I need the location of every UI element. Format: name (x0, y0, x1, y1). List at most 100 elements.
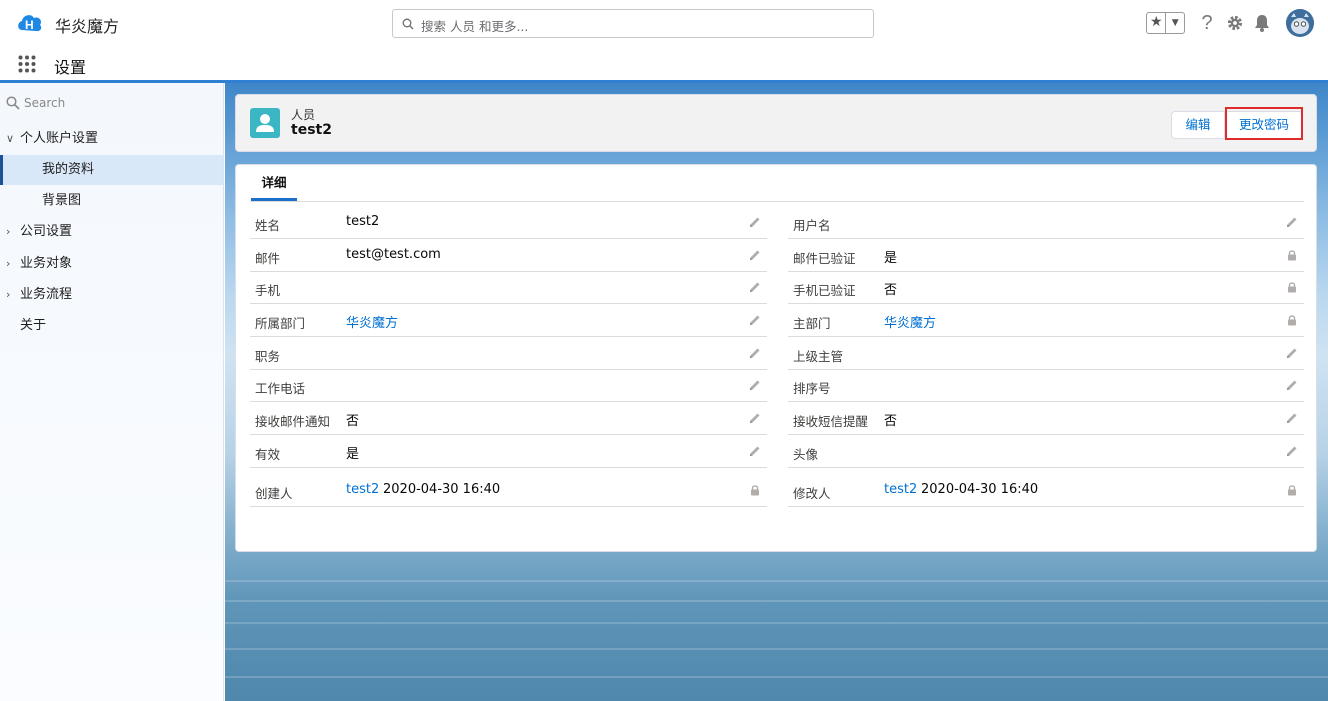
field-date: 2020-04-30 16:40 (383, 482, 501, 497)
pencil-icon[interactable] (749, 314, 761, 326)
field-row: 手机 (250, 271, 767, 304)
favorites-dropdown-icon[interactable]: ▼ (1166, 13, 1184, 33)
sidebar-item-business-objects[interactable]: › 业务对象 (0, 249, 223, 279)
field-value: 是 (346, 447, 360, 462)
pencil-icon[interactable] (749, 412, 761, 424)
lock-icon (1286, 314, 1298, 326)
field-row: 工作电话 (250, 369, 767, 402)
field-value: test2 (346, 214, 380, 229)
field-value-link[interactable]: test2 (884, 482, 917, 497)
sidebar-item-label: 我的资料 (42, 162, 95, 177)
field-label: 主部门 (793, 316, 831, 331)
sidebar-search-input[interactable]: Search (6, 94, 65, 112)
svg-text:H: H (25, 18, 34, 32)
notification-bell-icon[interactable] (1252, 12, 1272, 34)
field-label: 修改人 (793, 486, 831, 501)
pencil-icon[interactable] (749, 249, 761, 261)
field-row: 手机已验证 否 (788, 271, 1304, 304)
record-type: 人员 (291, 108, 316, 122)
sidebar-item-about[interactable]: 关于 (0, 311, 223, 341)
background-wave (225, 580, 1328, 582)
lock-icon (1286, 249, 1298, 261)
favorite-star-icon[interactable]: ★ (1147, 13, 1167, 33)
pencil-icon[interactable] (1286, 379, 1298, 391)
chevron-right-icon: › (6, 288, 11, 301)
edit-button[interactable]: 编辑 (1171, 111, 1225, 139)
field-label: 邮件 (255, 251, 281, 266)
sidebar-item-company-settings[interactable]: › 公司设置 (0, 217, 223, 247)
tab-details[interactable]: 详细 (251, 165, 297, 201)
field-value-link[interactable]: test2 (346, 482, 379, 497)
field-value-link[interactable]: 华炎魔方 (884, 312, 936, 331)
field-label: 邮件已验证 (793, 251, 856, 266)
sidebar-item-my-profile[interactable]: 我的资料 (0, 155, 223, 185)
field-label: 所属部门 (255, 316, 306, 331)
field-row: 用户名 (788, 206, 1304, 239)
field-value: test@test.com (346, 247, 441, 262)
pencil-icon[interactable] (749, 281, 761, 293)
field-row: 排序号 (788, 369, 1304, 402)
field-row: 修改人 test2 2020-04-30 16:40 (788, 474, 1304, 507)
field-row: 有效 是 (250, 435, 767, 468)
app-launcher-icon[interactable] (18, 55, 36, 73)
sidebar-search-placeholder: Search (24, 96, 66, 110)
chevron-right-icon: › (6, 225, 11, 238)
pencil-icon[interactable] (1286, 347, 1298, 359)
field-label: 工作电话 (255, 381, 306, 396)
lock-icon (1286, 484, 1298, 496)
pencil-icon[interactable] (749, 347, 761, 359)
field-row: 邮件 test@test.com (250, 239, 767, 272)
field-value: 否 (346, 414, 360, 429)
field-date: 2020-04-30 16:40 (921, 482, 1039, 497)
field-row: 姓名 test2 (250, 206, 767, 239)
background-wave (225, 622, 1328, 624)
field-value-link[interactable]: 华炎魔方 (346, 312, 398, 331)
brand-name: 华炎魔方 (55, 17, 120, 36)
pencil-icon[interactable] (1286, 412, 1298, 424)
field-row: 创建人 test2 2020-04-30 16:40 (250, 474, 767, 507)
pencil-icon[interactable] (1286, 445, 1298, 457)
field-label: 用户名 (793, 218, 831, 233)
record-header: 人员 test2 编辑 更改密码 (235, 94, 1317, 152)
help-icon[interactable]: ? (1197, 12, 1217, 34)
app-logo-icon[interactable]: H (16, 10, 44, 36)
sidebar-item-label: 业务流程 (20, 287, 73, 302)
user-avatar[interactable] (1286, 9, 1314, 37)
sidebar-item-label: 背景图 (42, 193, 82, 208)
field-row: 上级主管 (788, 337, 1304, 370)
field-row: 邮件已验证 是 (788, 239, 1304, 272)
field-row: 接收短信提醒否 (788, 402, 1304, 435)
field-value: 否 (884, 414, 898, 429)
person-icon (250, 108, 280, 138)
field-row: 职务 (250, 337, 767, 370)
highlight-box (1225, 107, 1303, 140)
field-label: 接收邮件通知 (255, 414, 331, 429)
app-bar: 设置 (0, 46, 1328, 80)
settings-sidebar: Search ∨ 个人账户设置 我的资料 背景图 › 公司设置 › 业务对象 ›… (0, 83, 224, 701)
field-label: 创建人 (255, 486, 293, 501)
field-label: 头像 (793, 447, 819, 462)
sidebar-item-business-process[interactable]: › 业务流程 (0, 280, 223, 310)
search-icon (402, 18, 414, 30)
field-row: 接收邮件通知否 (250, 402, 767, 435)
sidebar-item-label: 业务对象 (20, 256, 73, 271)
search-icon (6, 96, 20, 110)
pencil-icon[interactable] (1286, 216, 1298, 228)
field-label: 排序号 (793, 381, 831, 396)
record-name: test2 (291, 122, 332, 138)
field-row: 头像 (788, 435, 1304, 468)
field-value: 否 (884, 283, 898, 298)
global-search-input[interactable]: 搜索 人员 和更多... (392, 9, 874, 38)
sidebar-item-personal-settings[interactable]: ∨ 个人账户设置 (0, 124, 223, 154)
tab-divider (250, 201, 1304, 202)
favorites-group: ★ ▼ (1146, 12, 1185, 34)
background-wave (225, 600, 1328, 602)
detail-panel: 详细 姓名 test2 邮件 test@test.com 手机所属部门 华炎魔方职务工作电… (235, 164, 1317, 552)
sidebar-item-background-image[interactable]: 背景图 (0, 186, 223, 216)
gear-icon[interactable] (1225, 12, 1245, 34)
pencil-icon[interactable] (749, 379, 761, 391)
pencil-icon[interactable] (749, 216, 761, 228)
pencil-icon[interactable] (749, 445, 761, 457)
app-title: 设置 (54, 58, 87, 77)
sidebar-item-label: 公司设置 (20, 224, 73, 239)
